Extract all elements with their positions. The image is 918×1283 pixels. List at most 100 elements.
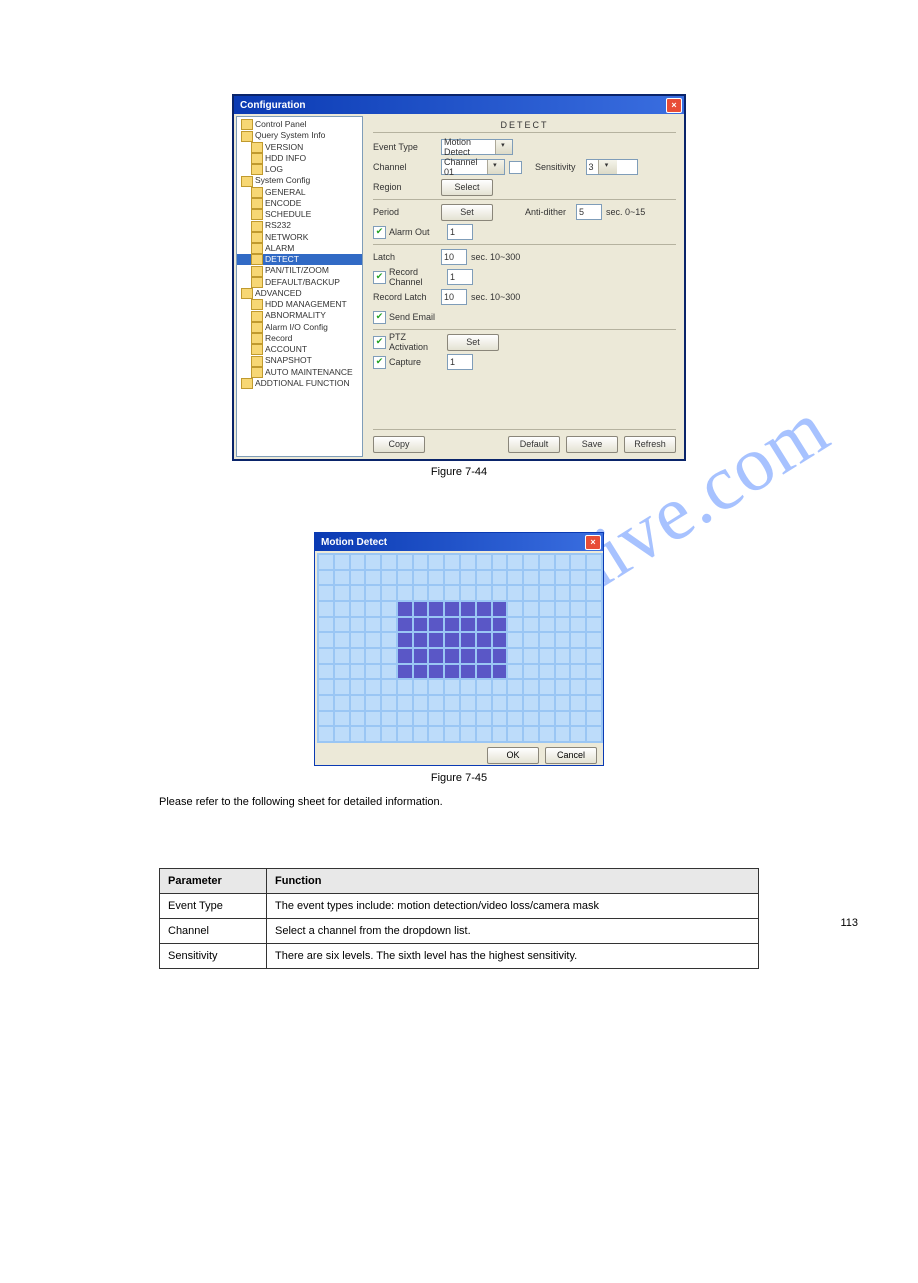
grid-cell[interactable]: [429, 633, 443, 647]
grid-cell[interactable]: [461, 712, 475, 726]
grid-cell[interactable]: [429, 602, 443, 616]
grid-cell[interactable]: [477, 555, 491, 569]
grid-cell[interactable]: [429, 555, 443, 569]
grid-cell[interactable]: [351, 618, 365, 632]
grid-cell[interactable]: [398, 586, 412, 600]
grid-cell[interactable]: [414, 727, 428, 741]
grid-cell[interactable]: [540, 618, 554, 632]
grid-cell[interactable]: [335, 586, 349, 600]
tree-item[interactable]: ADVANCED: [237, 288, 362, 299]
alarmout-value[interactable]: 1: [447, 224, 473, 240]
grid-cell[interactable]: [414, 602, 428, 616]
recordlatch-input[interactable]: 10: [441, 289, 467, 305]
grid-cell[interactable]: [461, 618, 475, 632]
grid-cell[interactable]: [319, 712, 333, 726]
grid-cell[interactable]: [556, 555, 570, 569]
grid-cell[interactable]: [477, 571, 491, 585]
grid-cell[interactable]: [445, 586, 459, 600]
recordchannel-value[interactable]: 1: [447, 269, 473, 285]
grid-cell[interactable]: [477, 649, 491, 663]
grid-cell[interactable]: [398, 680, 412, 694]
ok-button[interactable]: OK: [487, 747, 539, 764]
grid-cell[interactable]: [351, 680, 365, 694]
grid-cell[interactable]: [414, 665, 428, 679]
tree-item[interactable]: ADDTIONAL FUNCTION: [237, 378, 362, 389]
grid-cell[interactable]: [556, 571, 570, 585]
tree-item[interactable]: SCHEDULE: [237, 209, 362, 220]
grid-cell[interactable]: [477, 602, 491, 616]
grid-cell[interactable]: [429, 727, 443, 741]
grid-cell[interactable]: [524, 618, 538, 632]
antidither-input[interactable]: 5: [576, 204, 602, 220]
grid-cell[interactable]: [398, 618, 412, 632]
grid-cell[interactable]: [319, 618, 333, 632]
grid-cell[interactable]: [382, 555, 396, 569]
grid-cell[interactable]: [571, 586, 585, 600]
save-button[interactable]: Save: [566, 436, 618, 453]
grid-cell[interactable]: [366, 586, 380, 600]
grid-cell[interactable]: [445, 727, 459, 741]
grid-cell[interactable]: [351, 649, 365, 663]
grid-cell[interactable]: [414, 618, 428, 632]
grid-cell[interactable]: [335, 712, 349, 726]
grid-cell[interactable]: [319, 649, 333, 663]
grid-cell[interactable]: [571, 665, 585, 679]
alarmout-checkbox[interactable]: ✔: [373, 226, 386, 239]
grid-cell[interactable]: [493, 586, 507, 600]
grid-cell[interactable]: [524, 602, 538, 616]
grid-cell[interactable]: [429, 586, 443, 600]
grid-cell[interactable]: [461, 571, 475, 585]
grid-cell[interactable]: [571, 712, 585, 726]
grid-cell[interactable]: [540, 633, 554, 647]
grid-cell[interactable]: [540, 665, 554, 679]
grid-cell[interactable]: [382, 712, 396, 726]
grid-cell[interactable]: [351, 665, 365, 679]
grid-cell[interactable]: [587, 712, 601, 726]
tree-item[interactable]: HDD INFO: [237, 153, 362, 164]
grid-cell[interactable]: [398, 633, 412, 647]
grid-cell[interactable]: [508, 649, 522, 663]
grid-cell[interactable]: [587, 696, 601, 710]
grid-cell[interactable]: [587, 665, 601, 679]
recordchannel-checkbox[interactable]: ✔: [373, 271, 386, 284]
grid-cell[interactable]: [477, 618, 491, 632]
grid-cell[interactable]: [382, 649, 396, 663]
grid-cell[interactable]: [382, 680, 396, 694]
grid-cell[interactable]: [414, 680, 428, 694]
grid-cell[interactable]: [366, 633, 380, 647]
grid-cell[interactable]: [398, 555, 412, 569]
grid-cell[interactable]: [477, 727, 491, 741]
grid-cell[interactable]: [477, 680, 491, 694]
grid-cell[interactable]: [382, 633, 396, 647]
grid-cell[interactable]: [556, 696, 570, 710]
grid-cell[interactable]: [493, 696, 507, 710]
grid-cell[interactable]: [445, 555, 459, 569]
grid-cell[interactable]: [508, 633, 522, 647]
grid-cell[interactable]: [571, 680, 585, 694]
tree-item[interactable]: HDD MANAGEMENT: [237, 299, 362, 310]
grid-cell[interactable]: [366, 665, 380, 679]
grid-cell[interactable]: [556, 665, 570, 679]
grid-cell[interactable]: [351, 727, 365, 741]
cancel-button[interactable]: Cancel: [545, 747, 597, 764]
grid-cell[interactable]: [319, 680, 333, 694]
grid-cell[interactable]: [524, 712, 538, 726]
tree-item[interactable]: LOG: [237, 164, 362, 175]
grid-cell[interactable]: [429, 649, 443, 663]
tree-item[interactable]: ACCOUNT: [237, 344, 362, 355]
grid-cell[interactable]: [351, 712, 365, 726]
grid-cell[interactable]: [493, 633, 507, 647]
grid-cell[interactable]: [556, 586, 570, 600]
tree-item[interactable]: ENCODE: [237, 198, 362, 209]
grid-cell[interactable]: [335, 727, 349, 741]
sensitivity-select[interactable]: 3▾: [586, 159, 638, 175]
grid-cell[interactable]: [319, 696, 333, 710]
grid-cell[interactable]: [351, 586, 365, 600]
grid-cell[interactable]: [335, 696, 349, 710]
grid-cell[interactable]: [335, 618, 349, 632]
grid-cell[interactable]: [319, 586, 333, 600]
tree-item[interactable]: RS232: [237, 220, 362, 231]
grid-cell[interactable]: [571, 571, 585, 585]
grid-cell[interactable]: [382, 665, 396, 679]
grid-cell[interactable]: [335, 555, 349, 569]
